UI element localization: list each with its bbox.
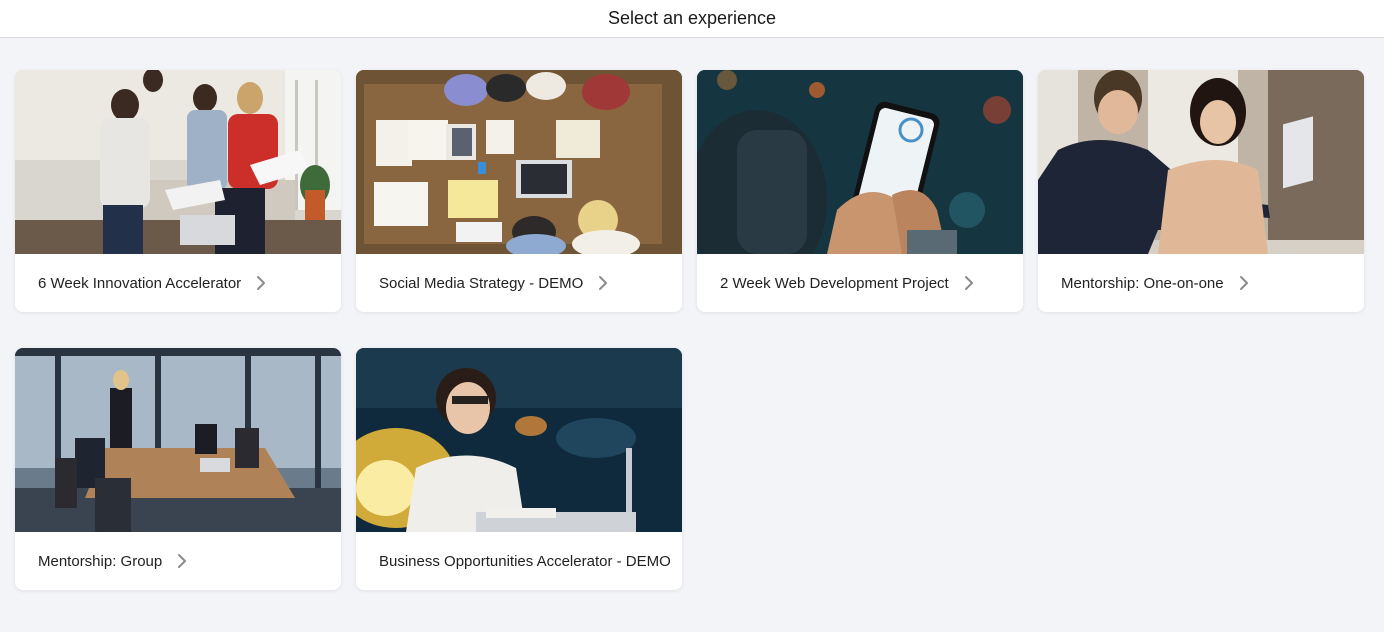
- card-title: Business Opportunities Accelerator - DEM…: [379, 552, 671, 570]
- card-label: Social Media Strategy - DEMO: [356, 254, 682, 312]
- card-label: 6 Week Innovation Accelerator: [15, 254, 341, 312]
- card-image: [15, 70, 341, 254]
- card-title: 6 Week Innovation Accelerator: [38, 274, 242, 292]
- card-label: Mentorship: Group: [15, 532, 341, 590]
- chevron-right-icon: [1236, 275, 1252, 291]
- chevron-right-icon: [253, 275, 269, 291]
- card-title: Mentorship: Group: [38, 552, 163, 570]
- card-image: [15, 348, 341, 532]
- card-image: [697, 70, 1023, 254]
- page-title: Select an experience: [607, 8, 777, 28]
- card-image: [356, 70, 682, 254]
- card-label: 2 Week Web Development Project: [697, 254, 1023, 312]
- chevron-right-icon: [961, 275, 977, 291]
- card-title: Social Media Strategy - DEMO: [379, 274, 584, 292]
- experience-card[interactable]: Social Media Strategy - DEMO: [356, 70, 682, 312]
- card-title: 2 Week Web Development Project: [720, 274, 949, 292]
- chevron-right-icon: [595, 275, 611, 291]
- card-label: Business Opportunities Accelerator - DEM…: [356, 532, 682, 590]
- experience-card[interactable]: Mentorship: One-on-one: [1038, 70, 1364, 312]
- page-header: Select an experience: [0, 0, 1384, 38]
- experience-card[interactable]: 6 Week Innovation Accelerator: [15, 70, 341, 312]
- card-image: [1038, 70, 1364, 254]
- chevron-right-icon: [174, 553, 190, 569]
- card-title: Mentorship: One-on-one: [1061, 274, 1224, 292]
- experience-card[interactable]: Mentorship: Group: [15, 348, 341, 590]
- card-label: Mentorship: One-on-one: [1038, 254, 1364, 312]
- experience-card[interactable]: Business Opportunities Accelerator - DEM…: [356, 348, 682, 590]
- card-image: [356, 348, 682, 532]
- experience-card[interactable]: 2 Week Web Development Project: [697, 70, 1023, 312]
